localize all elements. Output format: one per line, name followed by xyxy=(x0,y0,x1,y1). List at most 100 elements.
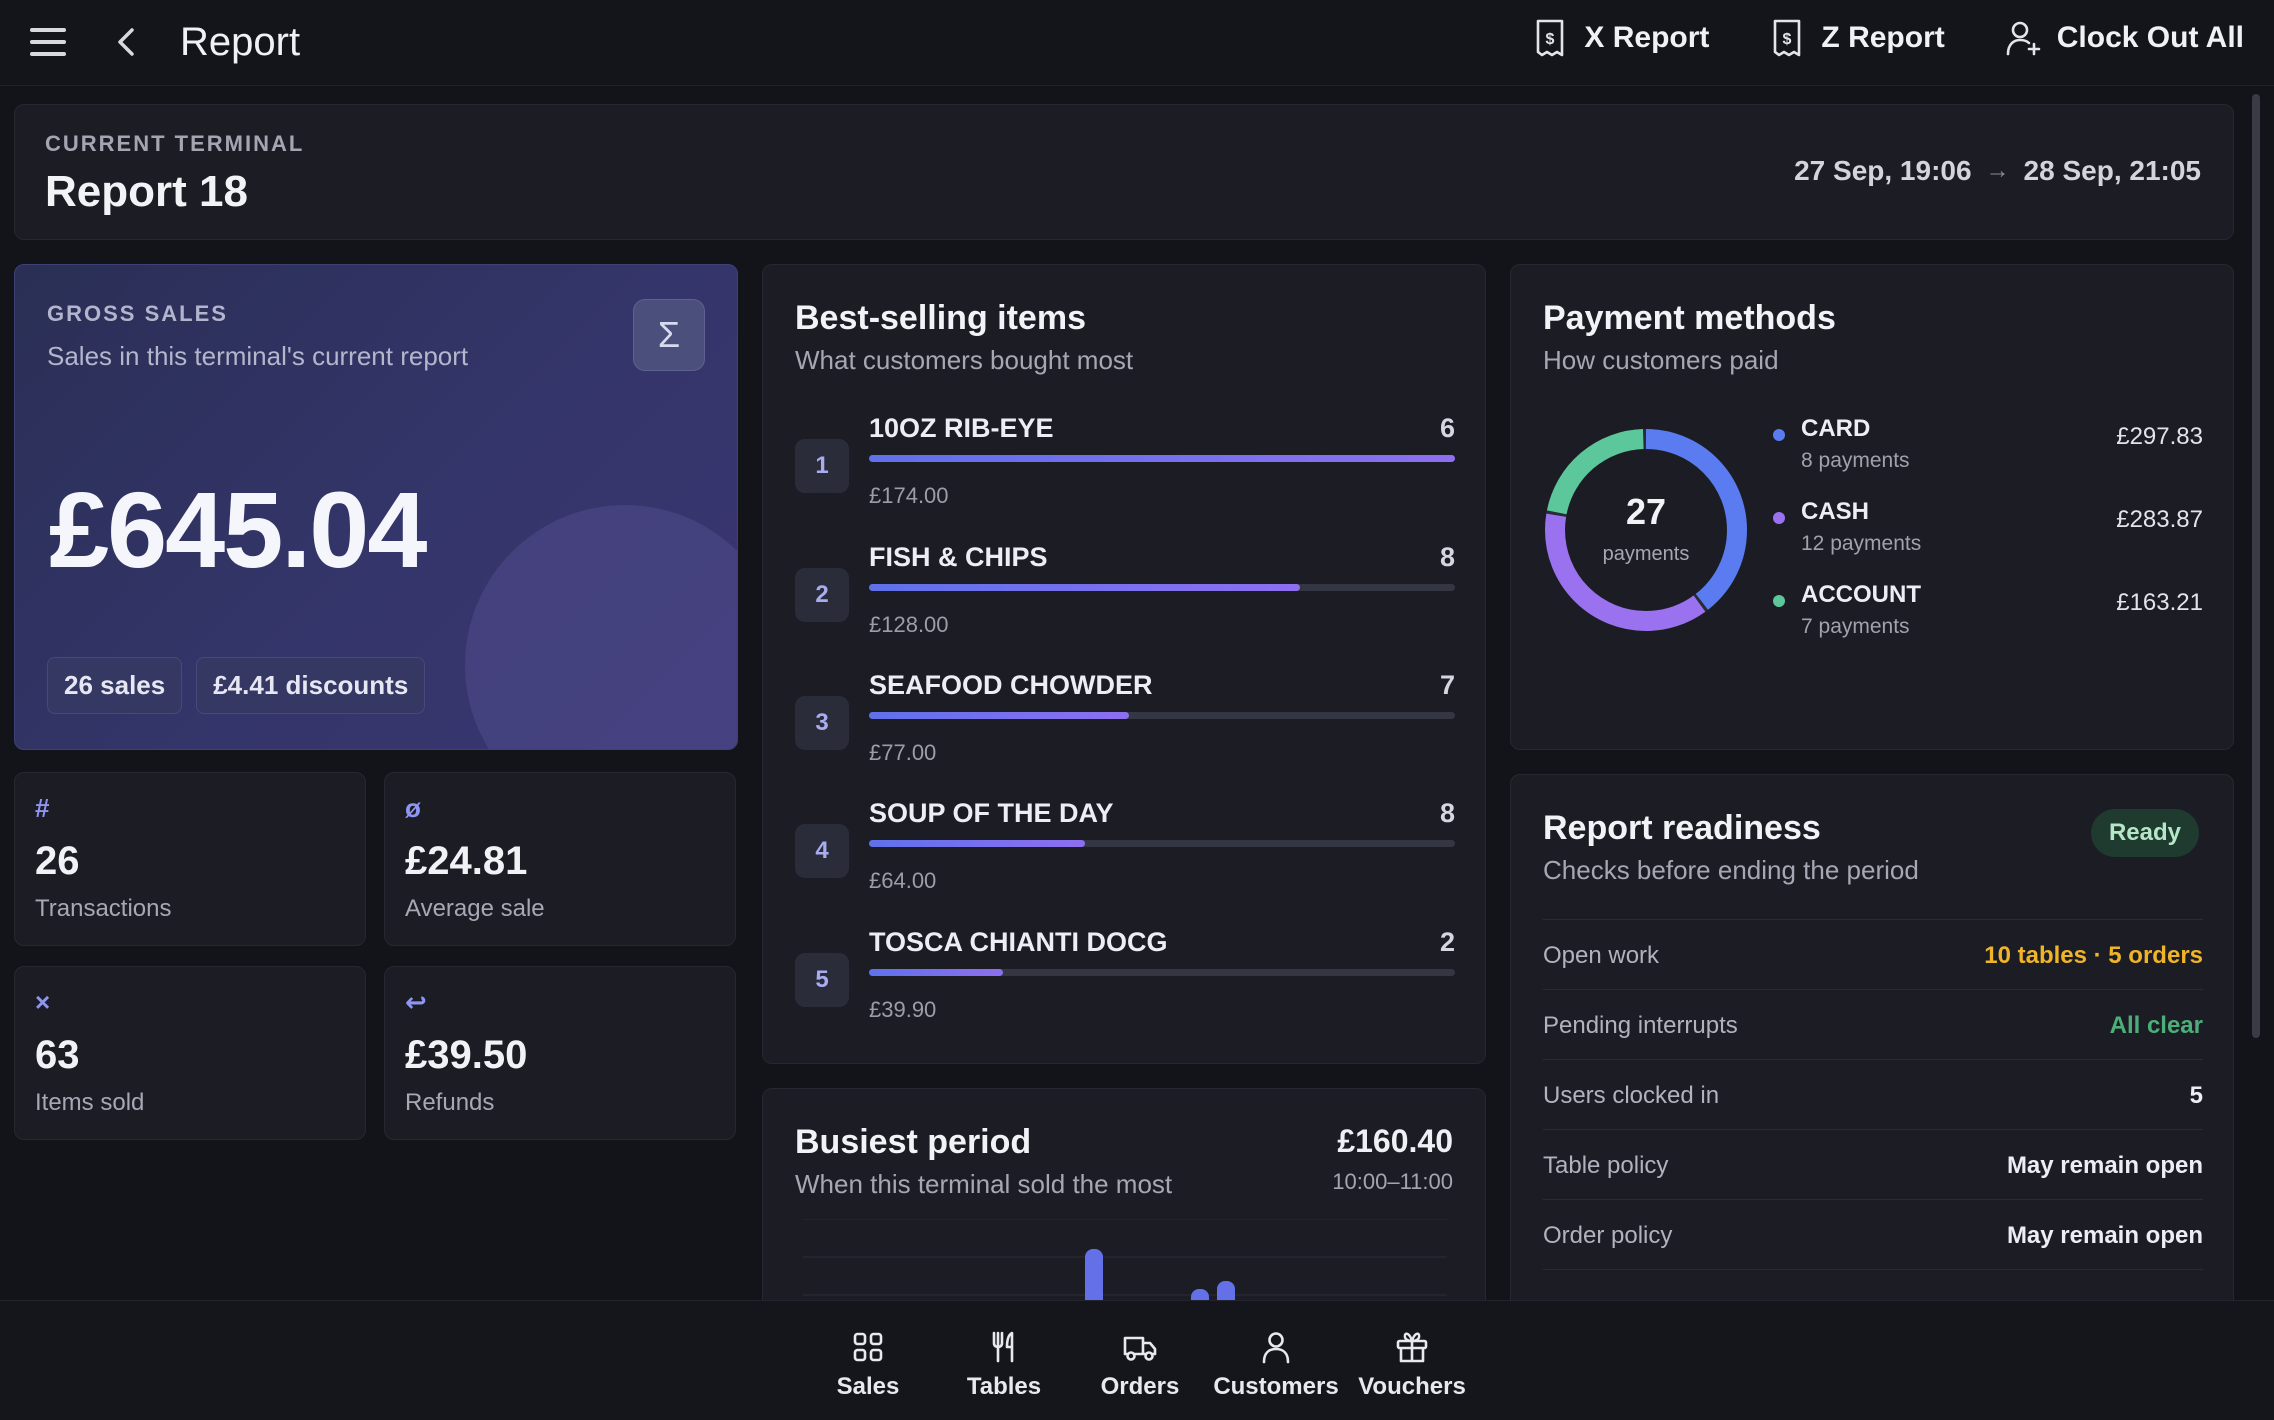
stat-value: 63 xyxy=(35,1033,80,1077)
nav-orders[interactable]: Orders xyxy=(1072,1329,1208,1401)
nav-customers[interactable]: Customers xyxy=(1208,1329,1344,1401)
stat-caption: Transactions xyxy=(35,895,172,922)
item-revenue: £128.00 xyxy=(869,612,949,637)
item-share-fill xyxy=(869,455,1455,462)
row-value: 10 tables · 5 orders xyxy=(1984,942,2203,969)
rank-badge: 3 xyxy=(795,696,849,750)
back-chevron-icon[interactable] xyxy=(112,24,140,60)
top-bar: Report $ X Report $ Z Report Clock Out A… xyxy=(0,0,2274,86)
svg-text:$: $ xyxy=(1546,31,1555,48)
method-name: CARD xyxy=(1801,415,1871,442)
item-name: TOSCA CHIANTI DOCG xyxy=(869,927,1168,957)
stat-caption: Refunds xyxy=(405,1089,495,1116)
readiness-row-users-clocked-in: Users clocked in 5 xyxy=(1543,1059,2203,1129)
row-value: May remain open xyxy=(2006,1222,2203,1249)
item-revenue: £39.90 xyxy=(869,997,937,1022)
payment-methods-subtitle: How customers paid xyxy=(1543,345,1779,375)
best-selling-item[interactable]: 1 10OZ RIB-EYE 6 £174.00 xyxy=(795,413,1455,533)
item-revenue: £77.00 xyxy=(869,740,937,765)
item-share-fill xyxy=(869,969,1004,976)
user-plus-icon xyxy=(2006,21,2041,56)
item-share-bar xyxy=(869,712,1455,719)
stat-value: 26 xyxy=(35,839,80,883)
row-value: 5 xyxy=(2189,1082,2203,1109)
best-selling-title: Best-selling items xyxy=(795,299,1086,337)
nav-label: Tables xyxy=(966,1373,1042,1400)
receipt-icon: $ xyxy=(1537,19,1564,57)
sales-count-pill: 26 sales xyxy=(47,657,183,714)
payments-total-label: payments xyxy=(1602,543,1690,565)
nav-vouchers[interactable]: Vouchers xyxy=(1344,1329,1480,1401)
nav-sales[interactable]: Sales xyxy=(800,1329,936,1401)
rank-badge: 5 xyxy=(795,953,849,1007)
payment-methods-title: Payment methods xyxy=(1543,299,1836,337)
z-report-button[interactable]: $ Z Report xyxy=(1769,18,1945,58)
payments-total: 27 xyxy=(1625,491,1667,532)
item-revenue: £174.00 xyxy=(869,483,949,508)
scrollbar-thumb[interactable] xyxy=(2252,94,2260,1038)
gift-icon xyxy=(1396,1332,1428,1363)
item-share-fill xyxy=(869,840,1085,847)
sigma-icon: Σ xyxy=(633,299,705,371)
decorative-circle xyxy=(465,505,737,749)
best-selling-item[interactable]: 5 TOSCA CHIANTI DOCG 2 £39.90 xyxy=(795,927,1455,1047)
item-revenue: £64.00 xyxy=(869,868,937,893)
nav-tables[interactable]: Tables xyxy=(936,1329,1072,1401)
item-name: 10OZ RIB-EYE xyxy=(869,413,1054,443)
payment-method-cash: CASH 12 payments £283.87 xyxy=(1773,496,2203,566)
method-count: 8 payments xyxy=(1801,449,1910,472)
item-name: FISH & CHIPS xyxy=(869,542,1048,572)
method-count: 12 payments xyxy=(1801,532,1922,555)
rank-badge: 4 xyxy=(795,824,849,878)
current-terminal-card: CURRENT TERMINAL Report 18 27 Sep, 19:06… xyxy=(14,104,2234,240)
row-key: Order policy xyxy=(1543,1222,1673,1249)
stat-caption: Average sale xyxy=(405,895,545,922)
range-start: 27 Sep, 19:06 xyxy=(1794,155,1972,186)
item-share-bar xyxy=(869,969,1455,976)
row-value: All clear xyxy=(2109,1012,2203,1039)
method-name: CASH xyxy=(1801,498,1870,525)
item-share-fill xyxy=(869,712,1129,719)
nav-label: Vouchers xyxy=(1358,1373,1466,1400)
row-key: Pending interrupts xyxy=(1543,1012,1738,1039)
readiness-title: Report readiness xyxy=(1543,809,1821,847)
clock-out-all-label: Clock Out All xyxy=(2056,21,2244,54)
busiest-time: 10:00–11:00 xyxy=(1332,1169,1453,1194)
svg-text:$: $ xyxy=(1783,31,1792,48)
rank-badge: 2 xyxy=(795,568,849,622)
item-quantity: 6 xyxy=(1439,413,1455,443)
menu-icon[interactable] xyxy=(30,28,66,58)
item-quantity: 8 xyxy=(1439,542,1455,572)
item-quantity: 7 xyxy=(1439,670,1455,700)
nav-label: Sales xyxy=(836,1373,900,1400)
gross-sales-label: GROSS SALES xyxy=(47,301,228,326)
rank-badge: 1 xyxy=(795,439,849,493)
payment-method-card: CARD 8 payments £297.83 xyxy=(1773,413,2203,483)
discounts-pill: £4.41 discounts xyxy=(196,657,426,714)
best-selling-item[interactable]: 3 SEAFOOD CHOWDER 7 £77.00 xyxy=(795,670,1455,790)
nav-label: Orders xyxy=(1100,1373,1180,1400)
report-date-range: 27 Sep, 19:06 → 28 Sep, 21:05 xyxy=(1794,155,2201,187)
terminal-label: CURRENT TERMINAL xyxy=(45,131,305,156)
best-selling-item[interactable]: 2 FISH & CHIPS 8 £128.00 xyxy=(795,542,1455,662)
multiply-icon: × xyxy=(35,987,51,1017)
readiness-row-table-policy: Table policy May remain open xyxy=(1543,1129,2203,1199)
best-selling-card: Best-selling items What customers bought… xyxy=(762,264,1486,1064)
stat-average-sale: ø £24.81 Average sale xyxy=(384,772,736,946)
clock-out-all-button[interactable]: Clock Out All xyxy=(2005,18,2244,58)
method-amount: £283.87 xyxy=(2116,506,2203,533)
method-amount: £297.83 xyxy=(2116,423,2203,450)
report-readiness-card: Report readiness Checks before ending th… xyxy=(1510,774,2234,1374)
gross-sales-subtitle: Sales in this terminal's current report xyxy=(47,341,469,371)
method-count: 7 payments xyxy=(1801,615,1910,638)
stat-value: £24.81 xyxy=(405,839,528,883)
row-value: May remain open xyxy=(2006,1152,2203,1179)
range-end: 28 Sep, 21:05 xyxy=(2023,155,2201,186)
method-name: ACCOUNT xyxy=(1801,581,1921,608)
stat-refunds: ↩ £39.50 Refunds xyxy=(384,966,736,1140)
best-selling-item[interactable]: 4 SOUP OF THE DAY 8 £64.00 xyxy=(795,798,1455,918)
method-amount: £163.21 xyxy=(2116,589,2203,616)
payment-method-account: ACCOUNT 7 payments £163.21 xyxy=(1773,579,2203,649)
row-key: Users clocked in xyxy=(1543,1082,1720,1109)
x-report-button[interactable]: $ X Report xyxy=(1532,18,1709,58)
